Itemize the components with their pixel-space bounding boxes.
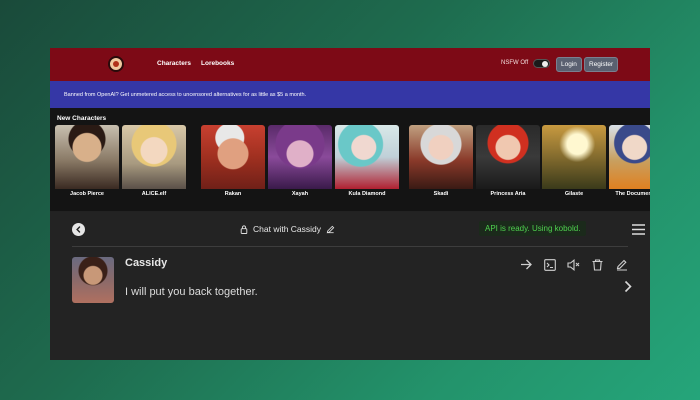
chat-divider [72, 246, 628, 247]
new-characters-section: New Characters Jacob Pierce ALICE.elf Ra… [50, 108, 650, 211]
login-button[interactable]: Login [556, 57, 582, 72]
character-image [609, 125, 650, 189]
character-card[interactable]: Rakan [201, 125, 265, 200]
logo-icon[interactable] [108, 56, 124, 72]
promo-banner[interactable]: Banned from OpenAI? Get unmetered access… [50, 81, 650, 108]
api-status-badge: API is ready. Using kobold. [479, 221, 587, 236]
section-title: New Characters [57, 115, 107, 122]
character-name: The Documentarian [615, 191, 650, 197]
character-name: Gilaste [564, 191, 584, 197]
character-image [122, 125, 186, 189]
chat-panel: Chat with Cassidy API is ready. Using ko… [50, 212, 650, 360]
app-window: Characters Lorebooks NSFW Off Login Regi… [50, 48, 650, 360]
character-name: Jacob Pierce [70, 191, 104, 197]
nsfw-label: NSFW Off [501, 60, 529, 66]
edit-title-icon[interactable] [326, 225, 335, 234]
character-card[interactable]: Skadi [409, 125, 473, 200]
avatar[interactable] [72, 257, 114, 303]
nav-link-characters[interactable]: Characters [157, 60, 191, 67]
character-image [542, 125, 606, 189]
character-image [55, 125, 119, 189]
character-image [476, 125, 540, 189]
arrow-right-icon[interactable] [518, 257, 533, 272]
speaker-icon[interactable] [566, 257, 581, 272]
swipe-right-icon[interactable] [624, 280, 632, 293]
top-nav: Characters Lorebooks NSFW Off Login Regi… [50, 48, 650, 81]
chat-title: Chat with Cassidy [253, 224, 322, 234]
message-text: I will put you back together. [125, 286, 258, 298]
banner-text: Banned from OpenAI? Get unmetered access… [64, 91, 307, 98]
chat-header: Chat with Cassidy [240, 224, 335, 234]
character-name: ALICE.elf [141, 191, 167, 197]
trash-icon[interactable] [590, 257, 605, 272]
character-card[interactable]: Jacob Pierce [55, 125, 119, 200]
character-card[interactable]: Kula Diamond [335, 125, 399, 200]
character-card[interactable]: Princess Aria [476, 125, 540, 200]
character-image [409, 125, 473, 189]
edit-message-icon[interactable] [614, 257, 629, 272]
login-label: Login [561, 61, 577, 68]
lock-icon [240, 224, 248, 234]
character-card[interactable]: Gilaste [542, 125, 606, 200]
register-button[interactable]: Register [584, 57, 619, 72]
character-name: Rakan [224, 191, 242, 197]
back-button[interactable] [72, 223, 85, 236]
character-card[interactable]: Xayah [268, 125, 332, 200]
hamburger-menu-icon[interactable] [632, 224, 645, 235]
character-image [335, 125, 399, 189]
character-image [268, 125, 332, 189]
character-name: Princess Aria [490, 191, 526, 197]
nsfw-toggle[interactable] [533, 59, 550, 68]
character-name: Xayah [291, 191, 309, 197]
chevron-left-icon [76, 226, 81, 233]
message-sender: Cassidy [125, 257, 168, 269]
register-label: Register [589, 61, 614, 68]
nav-link-lorebooks[interactable]: Lorebooks [201, 60, 234, 67]
character-name: Kula Diamond [348, 191, 386, 197]
message-toolbar [518, 257, 629, 272]
terminal-icon[interactable] [542, 257, 557, 272]
character-card[interactable]: The Documentarian [609, 125, 650, 200]
character-card[interactable]: ALICE.elf [122, 125, 186, 200]
character-image [201, 125, 265, 189]
character-name: Skadi [433, 191, 449, 197]
